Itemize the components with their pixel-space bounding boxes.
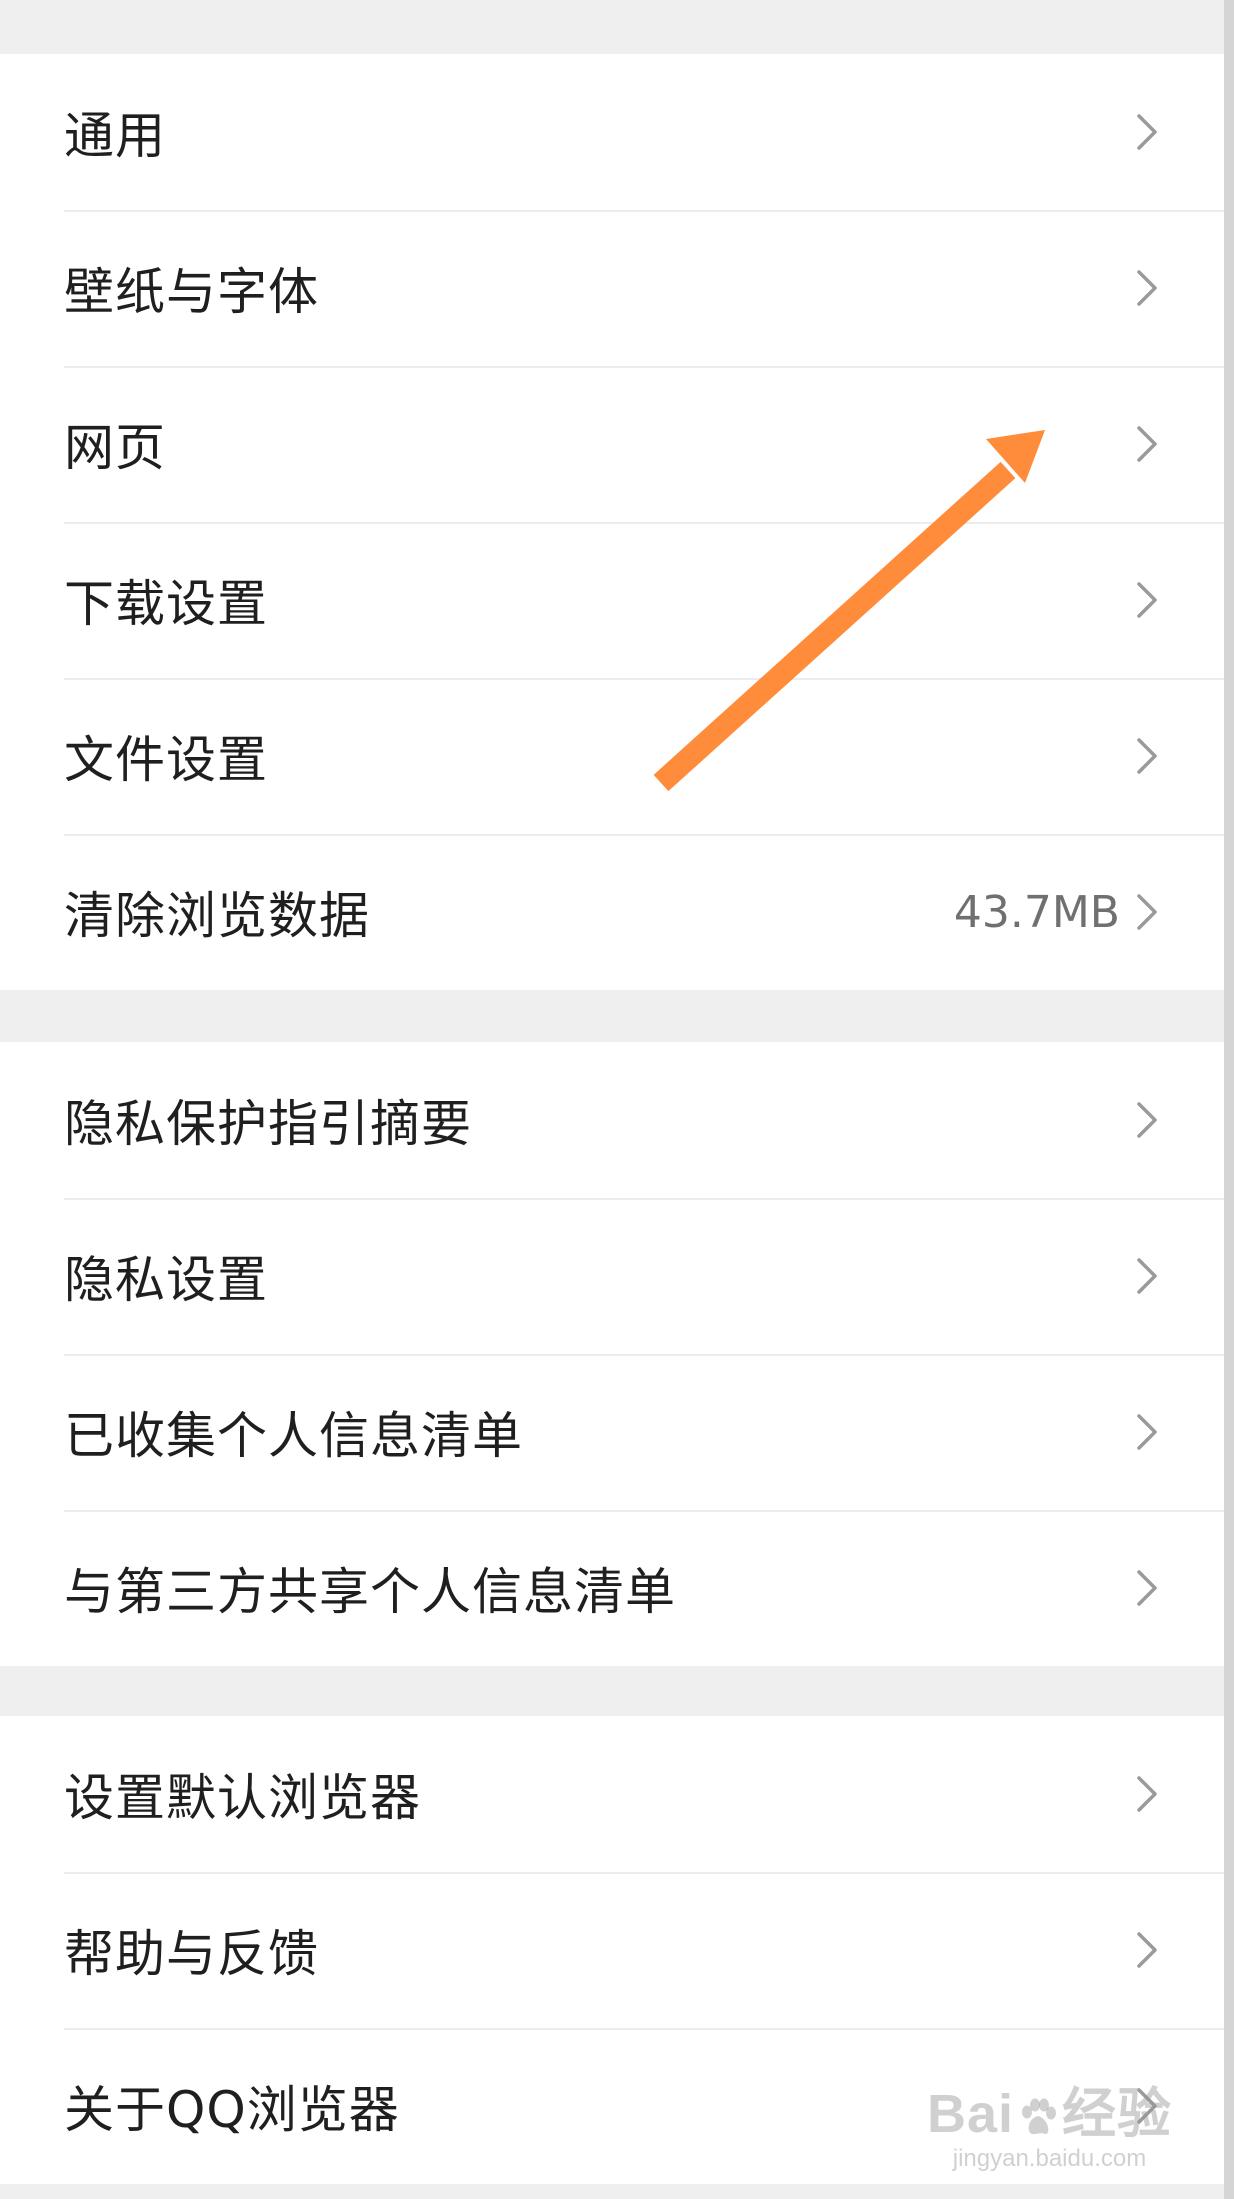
chevron-right-icon bbox=[1137, 1102, 1157, 1138]
chevron-right-icon bbox=[1137, 1258, 1157, 1294]
settings-item-help-feedback[interactable]: 帮助与反馈 bbox=[0, 1872, 1224, 2028]
settings-item-webpage[interactable]: 网页 bbox=[0, 366, 1224, 522]
settings-item-privacy-settings[interactable]: 隐私设置 bbox=[0, 1198, 1224, 1354]
settings-item-label: 已收集个人信息清单 bbox=[64, 1407, 523, 1465]
settings-group-privacy: 隐私保护指引摘要 隐私设置 已收集个人信息清单 与第三方共享个人信息清单 bbox=[0, 1042, 1224, 1666]
chevron-right-icon bbox=[1137, 270, 1157, 306]
settings-item-label: 壁纸与字体 bbox=[64, 263, 319, 321]
settings-item-default-browser[interactable]: 设置默认浏览器 bbox=[0, 1716, 1224, 1872]
settings-item-label: 网页 bbox=[64, 419, 166, 477]
settings-item-about[interactable]: 关于QQ浏览器 bbox=[0, 2028, 1224, 2184]
scrollbar-track bbox=[1224, 0, 1234, 2199]
settings-item-label: 设置默认浏览器 bbox=[64, 1769, 421, 1827]
cache-size-value: 43.7MB bbox=[953, 886, 1120, 938]
settings-item-label: 清除浏览数据 bbox=[64, 887, 370, 945]
settings-item-general[interactable]: 通用 bbox=[0, 54, 1224, 210]
settings-item-label: 文件设置 bbox=[64, 731, 268, 789]
chevron-right-icon bbox=[1137, 1776, 1157, 1812]
settings-item-label: 关于QQ浏览器 bbox=[64, 2081, 400, 2139]
settings-item-label: 隐私设置 bbox=[64, 1251, 268, 1309]
settings-item-label: 与第三方共享个人信息清单 bbox=[64, 1563, 676, 1621]
settings-page: 通用 壁纸与字体 网页 下载设置 文件设置 清除浏览数据 43.7MB 隐私保护… bbox=[0, 0, 1224, 2199]
chevron-right-icon bbox=[1137, 114, 1157, 150]
chevron-right-icon bbox=[1137, 1932, 1157, 1968]
settings-item-privacy-summary[interactable]: 隐私保护指引摘要 bbox=[0, 1042, 1224, 1198]
settings-item-clear-data[interactable]: 清除浏览数据 43.7MB bbox=[0, 834, 1224, 990]
settings-item-download[interactable]: 下载设置 bbox=[0, 522, 1224, 678]
settings-item-label: 通用 bbox=[64, 107, 166, 165]
settings-item-file[interactable]: 文件设置 bbox=[0, 678, 1224, 834]
chevron-right-icon bbox=[1137, 426, 1157, 462]
settings-item-label: 隐私保护指引摘要 bbox=[64, 1095, 472, 1153]
chevron-right-icon bbox=[1137, 1570, 1157, 1606]
chevron-right-icon bbox=[1137, 894, 1157, 930]
settings-item-label: 下载设置 bbox=[64, 575, 268, 633]
chevron-right-icon bbox=[1137, 2088, 1157, 2124]
settings-item-label: 帮助与反馈 bbox=[64, 1925, 319, 1983]
settings-item-third-party-sharing[interactable]: 与第三方共享个人信息清单 bbox=[0, 1510, 1224, 1666]
settings-item-wallpaper-font[interactable]: 壁纸与字体 bbox=[0, 210, 1224, 366]
chevron-right-icon bbox=[1137, 1414, 1157, 1450]
settings-group-about: 设置默认浏览器 帮助与反馈 关于QQ浏览器 bbox=[0, 1716, 1224, 2184]
settings-item-collected-info[interactable]: 已收集个人信息清单 bbox=[0, 1354, 1224, 1510]
chevron-right-icon bbox=[1137, 582, 1157, 618]
settings-group-general: 通用 壁纸与字体 网页 下载设置 文件设置 清除浏览数据 43.7MB bbox=[0, 54, 1224, 990]
chevron-right-icon bbox=[1137, 738, 1157, 774]
